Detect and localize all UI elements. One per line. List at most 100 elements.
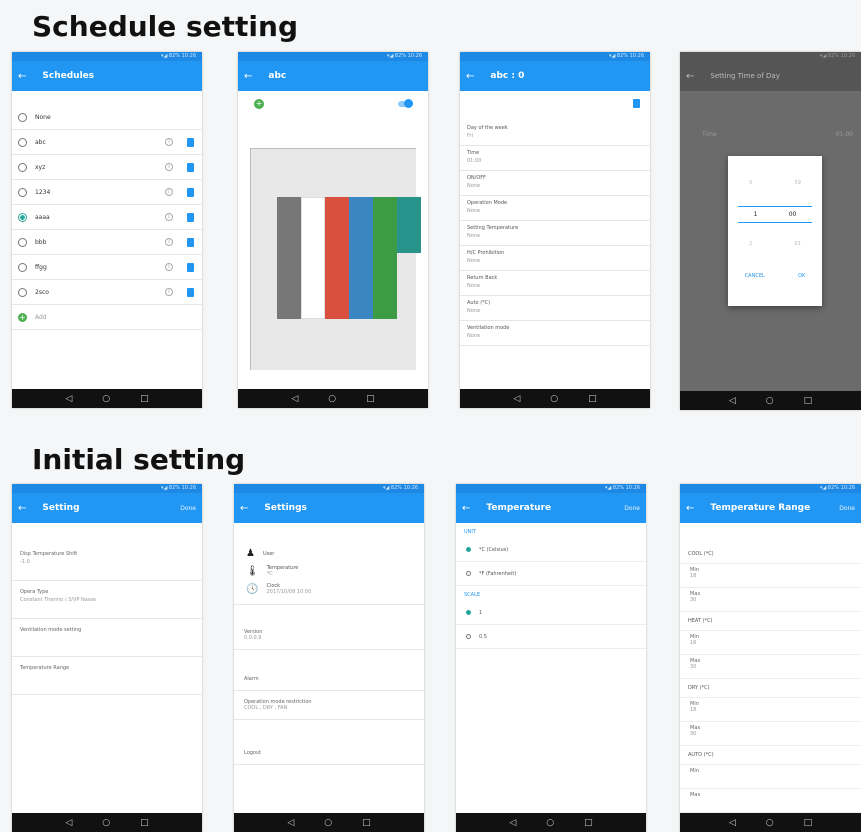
schedule-bar[interactable] (397, 197, 421, 253)
nav-back-icon[interactable]: ◁ (65, 394, 72, 404)
trash-icon[interactable] (187, 162, 194, 172)
detail-field[interactable]: ON/OFF None (460, 171, 650, 196)
schedule-bar[interactable] (325, 197, 349, 319)
nav-back-icon[interactable]: ◁ (729, 818, 736, 828)
trash-icon[interactable] (187, 287, 194, 297)
nav-home-icon[interactable]: ○ (550, 394, 558, 404)
trash-icon[interactable] (187, 187, 194, 197)
hour-spinner[interactable]: 1 (754, 211, 758, 218)
schedule-row[interactable]: xyz i (12, 155, 202, 180)
toggle-switch[interactable] (398, 99, 413, 108)
back-arrow-icon[interactable]: ← (686, 503, 694, 514)
radio-button[interactable] (466, 610, 471, 615)
logout-row[interactable]: Logout (234, 720, 424, 765)
nav-recent-icon[interactable]: □ (588, 394, 597, 404)
schedule-chart[interactable] (250, 148, 421, 370)
detail-field[interactable]: Auto (*C) None (460, 296, 650, 321)
nav-home-icon[interactable]: ○ (102, 818, 110, 828)
setting-item[interactable]: Ventilation mode setting (12, 619, 202, 657)
radio-button[interactable] (18, 112, 27, 122)
restriction-row[interactable]: Operation mode restriction COOL , DRY , … (234, 691, 424, 720)
nav-recent-icon[interactable]: □ (140, 818, 149, 828)
info-icon[interactable]: i (165, 213, 173, 221)
back-arrow-icon[interactable]: ← (18, 71, 26, 82)
back-arrow-icon[interactable]: ← (466, 71, 474, 82)
trash-icon[interactable] (633, 99, 640, 108)
schedule-row[interactable]: bbb i (12, 230, 202, 255)
schedule-row[interactable]: 2sco i (12, 280, 202, 305)
clock-entry[interactable]: 🕓 Clock 2017/10/08 10:00 (234, 580, 424, 598)
nav-home-icon[interactable]: ○ (766, 818, 774, 828)
schedule-row[interactable]: 1234 i (12, 180, 202, 205)
ok-button[interactable]: OK (798, 273, 805, 279)
back-arrow-icon[interactable]: ← (240, 503, 248, 514)
info-icon[interactable]: i (165, 238, 173, 246)
nav-recent-icon[interactable]: □ (366, 394, 375, 404)
setting-item[interactable]: Temperature Range (12, 657, 202, 695)
detail-field[interactable]: Operation Mode None (460, 196, 650, 221)
range-max-row[interactable]: Max (680, 789, 861, 813)
nav-recent-icon[interactable]: □ (804, 396, 813, 406)
radio-button[interactable] (18, 162, 27, 172)
add-schedule-row[interactable]: + Add (12, 305, 202, 330)
range-min-row[interactable]: Min (680, 765, 861, 789)
detail-field[interactable]: Ventilation mode None (460, 321, 650, 346)
trash-icon[interactable] (187, 262, 194, 272)
radio-button[interactable] (466, 634, 471, 639)
alarm-row[interactable]: Alarm (234, 650, 424, 691)
back-arrow-icon[interactable]: ← (244, 71, 252, 82)
done-button[interactable]: Done (839, 505, 855, 512)
nav-back-icon[interactable]: ◁ (287, 818, 294, 828)
info-icon[interactable]: i (165, 188, 173, 196)
unit-option[interactable]: *F (Fahrenheit) (456, 562, 646, 586)
trash-icon[interactable] (187, 137, 194, 147)
scale-option[interactable]: 1 (456, 601, 646, 625)
range-min-row[interactable]: Min 16 (680, 631, 861, 655)
nav-back-icon[interactable]: ◁ (509, 818, 516, 828)
radio-button[interactable] (18, 262, 27, 272)
done-button[interactable]: Done (180, 505, 196, 512)
schedule-row[interactable]: aaaa i (12, 205, 202, 230)
nav-home-icon[interactable]: ○ (324, 818, 332, 828)
setting-item[interactable]: Opera Type Constant Thermo / 3/VP Nasse (12, 581, 202, 619)
detail-field[interactable]: Day of the week Fri (460, 121, 650, 146)
nav-home-icon[interactable]: ○ (328, 394, 336, 404)
nav-back-icon[interactable]: ◁ (729, 396, 736, 406)
temperature-entry[interactable]: 🌡 Temperature *C (234, 562, 424, 580)
range-min-row[interactable]: Min 18 (680, 564, 861, 588)
range-min-row[interactable]: Min 18 (680, 698, 861, 722)
radio-button[interactable] (18, 212, 27, 222)
nav-back-icon[interactable]: ◁ (291, 394, 298, 404)
schedule-row[interactable]: None (12, 105, 202, 130)
range-max-row[interactable]: Max 30 (680, 655, 861, 679)
done-button[interactable]: Done (624, 505, 640, 512)
nav-recent-icon[interactable]: □ (584, 818, 593, 828)
unit-option[interactable]: *C (Celsius) (456, 538, 646, 562)
detail-field[interactable]: H/C Prohibition None (460, 246, 650, 271)
radio-button[interactable] (18, 237, 27, 247)
schedule-bar[interactable] (277, 197, 301, 319)
nav-back-icon[interactable]: ◁ (513, 394, 520, 404)
back-arrow-icon[interactable]: ← (686, 71, 694, 82)
detail-field[interactable]: Time 01:00 (460, 146, 650, 171)
schedule-bar[interactable] (373, 197, 397, 319)
detail-field[interactable]: Return Back None (460, 271, 650, 296)
back-arrow-icon[interactable]: ← (18, 503, 26, 514)
back-arrow-icon[interactable]: ← (462, 503, 470, 514)
minute-spinner[interactable]: 00 (789, 211, 797, 218)
nav-recent-icon[interactable]: □ (362, 818, 371, 828)
detail-field[interactable]: Setting Temperature None (460, 221, 650, 246)
nav-home-icon[interactable]: ○ (766, 396, 774, 406)
add-icon[interactable]: + (254, 99, 264, 109)
nav-home-icon[interactable]: ○ (102, 394, 110, 404)
user-entry[interactable]: ♟ User (234, 545, 424, 562)
radio-button[interactable] (18, 187, 27, 197)
info-icon[interactable]: i (165, 138, 173, 146)
trash-icon[interactable] (187, 237, 194, 247)
schedule-bar[interactable] (301, 197, 325, 319)
schedule-row[interactable]: ffgg i (12, 255, 202, 280)
nav-recent-icon[interactable]: □ (804, 818, 813, 828)
info-icon[interactable]: i (165, 288, 173, 296)
nav-home-icon[interactable]: ○ (546, 818, 554, 828)
radio-button[interactable] (18, 137, 27, 147)
